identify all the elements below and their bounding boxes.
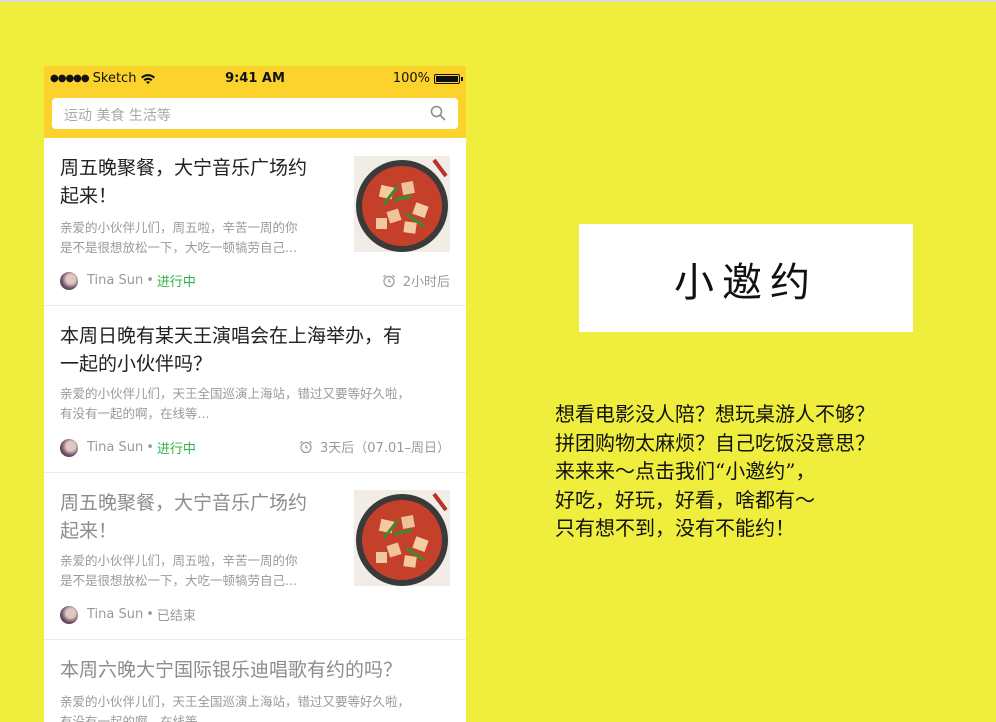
food-image xyxy=(354,156,450,252)
card-meta: Tina Sun • 进行中 xyxy=(60,271,196,290)
card-title: 周五晚聚餐，大宁音乐广场约 起来！ xyxy=(60,492,308,542)
card-description: 亲爱的小伙伴儿们，周五啦，辛苦一周的你 是不是很想放松一下，大吃一顿犒劳自己..… xyxy=(60,220,298,255)
event-card[interactable]: 周五晚聚餐，大宁音乐广场约 起来！ 亲爱的小伙伴儿们，周五啦，辛苦一周的你 是不… xyxy=(44,138,466,306)
card-meta: Tina Sun • 已结束 xyxy=(60,605,196,624)
card-title: 周五晚聚餐，大宁音乐广场约 起来！ xyxy=(60,157,308,207)
event-card[interactable]: 本周日晚有某天王演唱会在上海举办，有 一起的小伙伴吗？ 亲爱的小伙伴儿们，天王全… xyxy=(44,306,466,473)
status-right: 100% xyxy=(392,71,463,86)
event-card[interactable]: 周五晚聚餐，大宁音乐广场约 起来！ 亲爱的小伙伴儿们，周五啦，辛苦一周的你 是不… xyxy=(44,473,466,640)
battery-label: 100% xyxy=(392,71,430,86)
card-description: 亲爱的小伙伴儿们，周五啦，辛苦一周的你 是不是很想放松一下，大吃一顿犒劳自己..… xyxy=(60,553,298,588)
separator-dot: • xyxy=(146,273,154,288)
author-name[interactable]: Tina Sun xyxy=(87,273,143,288)
tagline-line: 拼团购物太麻烦？自己吃饭没意思？ xyxy=(555,430,875,455)
phone-screen: ●●●●● Sketch 9:41 AM 100% 运动 美食 生活等 周五晚聚… xyxy=(44,66,466,722)
avatar[interactable] xyxy=(60,271,78,290)
status-bar: ●●●●● Sketch 9:41 AM 100% xyxy=(44,66,466,92)
tagline: 想看电影没人陪？想玩桌游人不够？ 拼团购物太麻烦？自己吃饭没意思？ 来来来～点击… xyxy=(555,400,875,543)
alarm-clock-icon xyxy=(300,440,312,453)
search-input[interactable]: 运动 美食 生活等 xyxy=(64,105,171,125)
status-badge: 进行中 xyxy=(156,442,196,457)
status-badge: 已结束 xyxy=(156,609,196,624)
search-icon[interactable] xyxy=(430,105,446,121)
alarm-clock-icon xyxy=(382,274,395,287)
author-name[interactable]: Tina Sun xyxy=(87,607,143,622)
card-description: 亲爱的小伙伴儿们，天王全国巡演上海站，错过又要等好久啦， 有没有一起的啊，在线等… xyxy=(60,694,411,722)
time-label: 2小时后 xyxy=(402,275,450,290)
card-meta: Tina Sun • 进行中 xyxy=(60,438,196,457)
tagline-line: 好吃，好玩，好看，啥都有～ xyxy=(555,487,815,512)
status-badge: 进行中 xyxy=(156,275,196,290)
search-bar[interactable]: 运动 美食 生活等 xyxy=(52,98,458,129)
app-logo: 小邀约 xyxy=(579,224,913,332)
separator-dot: • xyxy=(146,607,154,622)
card-title: 本周六晚大宁国际银乐迪唱歌有约的吗？ xyxy=(60,659,403,681)
battery-icon xyxy=(434,73,463,84)
card-time: 3天后（07.01–周日） xyxy=(299,437,450,456)
separator-dot: • xyxy=(146,440,154,455)
tagline-line: 只有想不到，没有不能约！ xyxy=(555,516,795,540)
time-label: 3天后（07.01–周日） xyxy=(320,441,450,456)
card-time: 2小时后 xyxy=(382,271,450,290)
author-name[interactable]: Tina Sun xyxy=(87,440,143,455)
tagline-line: 来来来～点击我们“小邀约”， xyxy=(555,459,816,483)
avatar[interactable] xyxy=(60,605,78,624)
tagline-line: 想看电影没人陪？想玩桌游人不够？ xyxy=(555,402,875,426)
logo-text: 小邀约 xyxy=(674,260,818,306)
food-image xyxy=(354,490,450,586)
app-header: ●●●●● Sketch 9:41 AM 100% 运动 美食 生活等 xyxy=(44,66,466,138)
avatar[interactable] xyxy=(60,438,78,457)
card-description: 亲爱的小伙伴儿们，天王全国巡演上海站，错过又要等好久啦， 有没有一起的啊，在线等… xyxy=(60,386,411,421)
card-title: 本周日晚有某天王演唱会在上海举办，有 一起的小伙伴吗？ xyxy=(60,325,403,375)
top-border xyxy=(0,0,996,2)
event-card[interactable]: 本周六晚大宁国际银乐迪唱歌有约的吗？ 亲爱的小伙伴儿们，天王全国巡演上海站，错过… xyxy=(44,640,466,722)
